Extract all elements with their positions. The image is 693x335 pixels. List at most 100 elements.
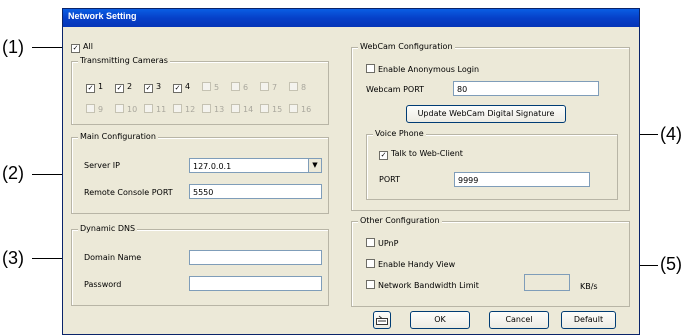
remote-console-port-input[interactable]: 5550 <box>189 184 322 199</box>
camera-checkbox-label: 6 <box>243 83 249 92</box>
camera-checkbox-box <box>144 104 153 113</box>
callout-2-leader <box>32 174 64 175</box>
title-bar: Network Setting <box>63 9 639 27</box>
other-configuration-group: Other Configuration UPnP Enable Handy Vi… <box>351 215 630 307</box>
webcam-configuration-group: WebCam Configuration Enable Anonymous Lo… <box>351 41 630 211</box>
all-check-mark: ✓ <box>71 44 80 53</box>
bandwidth-limit-box <box>366 280 375 289</box>
callout-2: (2) <box>2 163 24 183</box>
camera-checkbox-label: 10 <box>127 105 138 114</box>
domain-name-label: Domain Name <box>84 253 142 262</box>
camera-checkbox-7[interactable]: 7 <box>260 82 277 93</box>
camera-checkbox-9[interactable]: 9 <box>86 104 103 115</box>
default-button[interactable]: Default <box>561 311 616 329</box>
camera-checkbox-label: 16 <box>301 105 312 114</box>
password-label: Password <box>84 280 122 289</box>
callout-3-leader <box>32 258 64 259</box>
update-webcam-signature-button[interactable]: Update WebCam Digital Signature <box>406 105 566 123</box>
other-configuration-title: Other Configuration <box>358 215 442 227</box>
camera-checkbox-label: 12 <box>185 105 196 114</box>
camera-checkbox-box <box>260 82 269 91</box>
cancel-button[interactable]: Cancel <box>489 311 549 329</box>
main-configuration-group: Main Configuration Server IP 127.0.0.1 ▼… <box>71 131 329 214</box>
camera-checkbox-box: ✓ <box>173 84 182 93</box>
camera-checkbox-box <box>289 82 298 91</box>
anonymous-login-box <box>366 64 375 73</box>
dynamic-dns-title: Dynamic DNS <box>78 223 138 235</box>
camera-checkbox-label: 2 <box>127 82 133 91</box>
camera-checkbox-14[interactable]: 14 <box>231 104 253 115</box>
handy-view-box <box>366 259 375 268</box>
camera-checkbox-label: 13 <box>214 105 225 114</box>
webcam-port-label: Webcam PORT <box>366 85 425 94</box>
bandwidth-input[interactable] <box>524 274 570 291</box>
talk-to-web-client-check-mark: ✓ <box>379 151 388 160</box>
password-input[interactable] <box>189 276 322 291</box>
camera-checkbox-box <box>202 104 211 113</box>
keyboard-icon <box>376 315 388 325</box>
callout-1: (1) <box>2 37 24 57</box>
server-ip-select[interactable]: 127.0.0.1 ▼ <box>189 158 322 173</box>
chevron-down-icon[interactable]: ▼ <box>308 159 321 172</box>
main-configuration-title: Main Configuration <box>78 131 158 143</box>
remote-console-port-label: Remote Console PORT <box>84 188 173 197</box>
transmitting-cameras-title: Transmitting Cameras <box>78 55 170 67</box>
camera-checkbox-label: 11 <box>156 105 167 114</box>
upnp-checkbox[interactable]: UPnP <box>366 238 398 249</box>
callout-1-leader <box>32 47 64 48</box>
camera-checkbox-box <box>289 104 298 113</box>
camera-checkbox-4[interactable]: ✓ 4 <box>173 82 190 93</box>
callout-5: (5) <box>660 254 682 274</box>
all-checkbox[interactable]: ✓ All <box>71 42 93 53</box>
bandwidth-limit-checkbox[interactable]: Network Bandwidth Limit <box>366 280 479 291</box>
handy-view-checkbox[interactable]: Enable Handy View <box>366 259 455 270</box>
network-setting-dialog: Network Setting ✓ All Transmitting Camera… <box>62 8 640 335</box>
camera-checkbox-6[interactable]: 6 <box>231 82 248 93</box>
domain-name-input[interactable] <box>189 250 322 265</box>
camera-checkbox-label: 9 <box>98 105 104 114</box>
camera-checkbox-box: ✓ <box>144 84 153 93</box>
camera-checkbox-16[interactable]: 16 <box>289 104 311 115</box>
webcam-configuration-title: WebCam Configuration <box>358 41 455 53</box>
camera-checkbox-8[interactable]: 8 <box>289 82 306 93</box>
transmitting-cameras-group: Transmitting Cameras ✓ 1 ✓ 2 ✓ 3 ✓ 4 5 6 7 8 9 10 11 12… <box>71 55 329 125</box>
camera-checkbox-label: 4 <box>185 82 191 91</box>
camera-checkbox-10[interactable]: 10 <box>115 104 137 115</box>
camera-checkbox-box <box>231 104 240 113</box>
bandwidth-unit: KB/s <box>580 282 598 291</box>
camera-checkbox-box: ✓ <box>115 84 124 93</box>
keyboard-button[interactable] <box>373 311 391 329</box>
camera-checkbox-box <box>231 82 240 91</box>
camera-checkbox-2[interactable]: ✓ 2 <box>115 82 132 93</box>
camera-checkbox-label: 14 <box>243 105 254 114</box>
server-ip-value: 127.0.0.1 <box>193 162 232 171</box>
camera-checkbox-box <box>173 104 182 113</box>
camera-checkbox-box: ✓ <box>86 84 95 93</box>
anonymous-login-checkbox[interactable]: Enable Anonymous Login <box>366 64 479 75</box>
voice-port-input[interactable]: 9999 <box>454 172 590 187</box>
voice-phone-group: Voice Phone ✓ Talk to Web-Client PORT 999… <box>366 128 618 200</box>
upnp-box <box>366 238 375 247</box>
camera-checkbox-label: 1 <box>98 82 104 91</box>
talk-to-web-client-checkbox[interactable]: ✓ Talk to Web-Client <box>379 149 463 160</box>
camera-checkbox-3[interactable]: ✓ 3 <box>144 82 161 93</box>
camera-checkbox-15[interactable]: 15 <box>260 104 282 115</box>
camera-checkbox-13[interactable]: 13 <box>202 104 224 115</box>
camera-checkbox-label: 8 <box>301 83 307 92</box>
dynamic-dns-group: Dynamic DNS Domain Name Password <box>71 223 329 306</box>
webcam-port-input[interactable]: 80 <box>453 81 599 96</box>
camera-checkbox-label: 7 <box>272 83 278 92</box>
camera-checkbox-box <box>115 104 124 113</box>
camera-checkbox-12[interactable]: 12 <box>173 104 195 115</box>
camera-checkbox-label: 3 <box>156 82 162 91</box>
voice-phone-title: Voice Phone <box>373 128 426 140</box>
camera-checkbox-5[interactable]: 5 <box>202 82 219 93</box>
camera-checkbox-box <box>260 104 269 113</box>
callout-4: (4) <box>660 124 682 144</box>
window-title: Network Setting <box>68 11 137 21</box>
voice-port-label: PORT <box>379 175 400 184</box>
ok-button[interactable]: OK <box>410 311 470 329</box>
camera-checkbox-1[interactable]: ✓ 1 <box>86 82 103 93</box>
server-ip-label: Server IP <box>84 161 120 170</box>
camera-checkbox-11[interactable]: 11 <box>144 104 166 115</box>
